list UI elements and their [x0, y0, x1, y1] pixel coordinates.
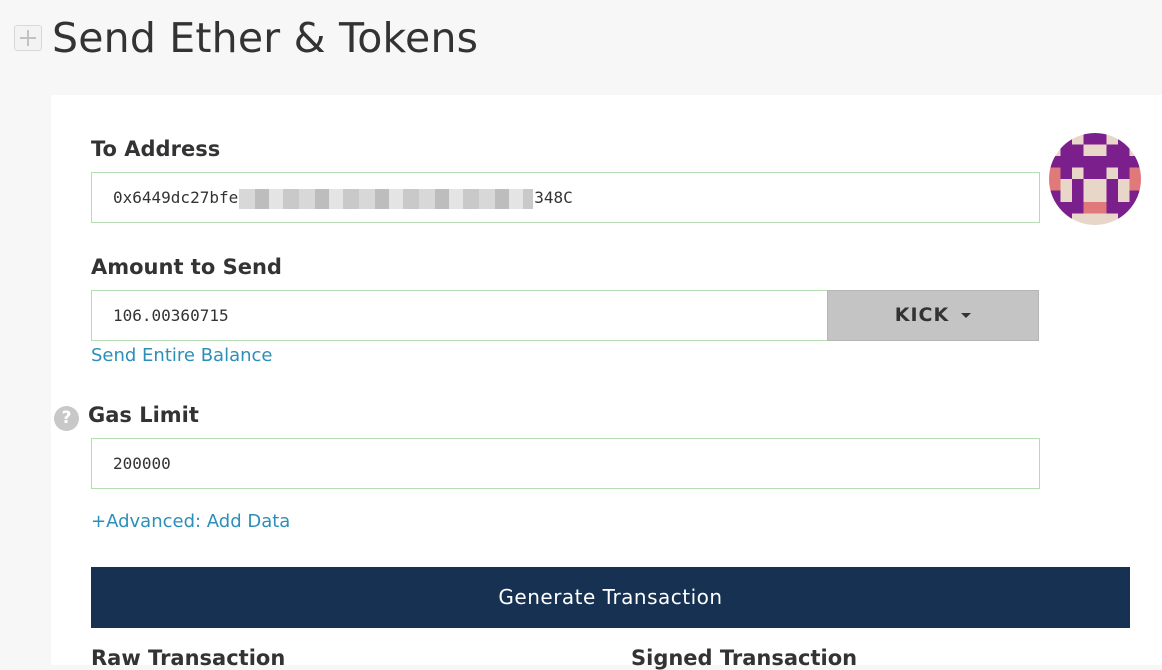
- signed-transaction-label: Signed Transaction: [631, 646, 858, 670]
- caret-down-icon: [961, 313, 972, 318]
- plus-icon: [20, 30, 36, 46]
- question-circle-icon[interactable]: ?: [54, 406, 79, 431]
- page-title: Send Ether & Tokens: [52, 14, 479, 62]
- amount-input[interactable]: 106.00360715: [91, 290, 828, 341]
- send-entire-balance-link[interactable]: Send Entire Balance: [91, 345, 273, 366]
- gas-limit-input[interactable]: 200000: [91, 438, 1040, 489]
- token-dropdown[interactable]: KICK: [827, 290, 1039, 341]
- to-address-label: To Address: [91, 137, 221, 161]
- gas-limit-label: Gas Limit: [88, 403, 199, 427]
- to-address-suffix: 348C: [534, 188, 573, 207]
- raw-transaction-label: Raw Transaction: [91, 646, 286, 670]
- to-address-input[interactable]: 0x6449dc27bfe 348C: [91, 172, 1040, 223]
- token-dropdown-label: KICK: [894, 304, 950, 326]
- redacted-address-segment: [239, 188, 534, 209]
- to-address-prefix: 0x6449dc27bfe: [113, 188, 239, 207]
- generate-transaction-button[interactable]: Generate Transaction: [91, 567, 1130, 628]
- advanced-add-data-link[interactable]: +Advanced: Add Data: [91, 511, 290, 532]
- amount-label: Amount to Send: [91, 255, 282, 279]
- collapse-toggle-button[interactable]: [14, 25, 42, 51]
- address-identicon: [1049, 133, 1141, 225]
